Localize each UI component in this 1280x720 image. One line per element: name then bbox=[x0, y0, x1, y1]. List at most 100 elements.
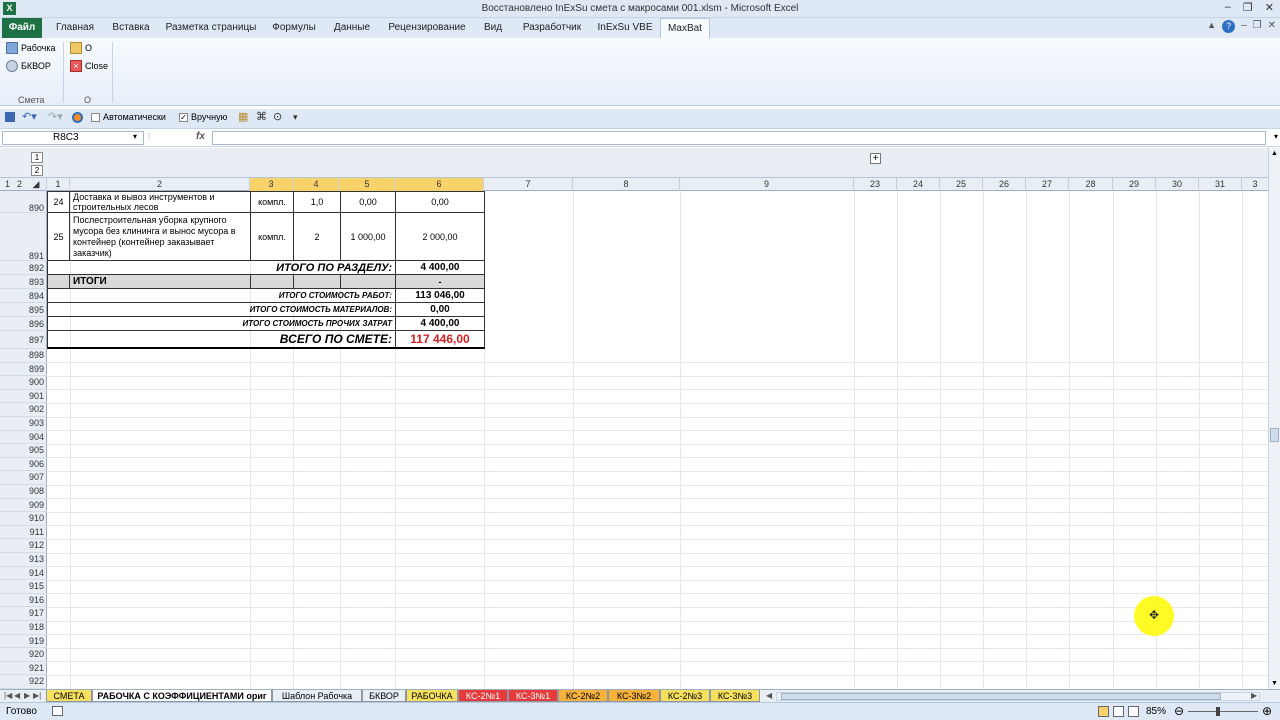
column-header[interactable]: 31 bbox=[1199, 178, 1242, 191]
row-header[interactable]: 904 bbox=[0, 431, 47, 445]
row-header[interactable]: 895 bbox=[0, 303, 47, 317]
section-total-value[interactable]: 4 400,00 bbox=[395, 260, 485, 275]
sheet-tab-ks3-1[interactable]: КС-3№1 bbox=[508, 690, 558, 702]
select-all-corner[interactable]: ◢ bbox=[26, 178, 47, 191]
scroll-up-icon[interactable]: ▲ bbox=[1271, 150, 1278, 157]
row-header[interactable]: 900 bbox=[0, 376, 47, 390]
totals-header-cell[interactable] bbox=[293, 274, 341, 289]
column-header[interactable]: 26 bbox=[983, 178, 1026, 191]
outline-level-1[interactable]: 1 bbox=[31, 152, 43, 163]
cell-qty[interactable]: 2 bbox=[293, 212, 341, 261]
tab-view[interactable]: Вид bbox=[478, 18, 508, 38]
tree-icon[interactable]: ⌘ bbox=[256, 110, 267, 123]
customize-qat-icon[interactable]: ▾ bbox=[293, 112, 298, 123]
row-header[interactable]: 891 bbox=[0, 213, 47, 261]
formula-bar-handle[interactable]: ⁞ bbox=[148, 132, 150, 141]
sheet-tab-bkvor[interactable]: БКВОР bbox=[362, 690, 406, 702]
tab-file[interactable]: Файл bbox=[2, 18, 42, 38]
column-header[interactable]: 27 bbox=[1026, 178, 1069, 191]
row-header[interactable]: 902 bbox=[0, 403, 47, 417]
save-icon[interactable] bbox=[5, 112, 15, 122]
cell-total[interactable]: 0,00 bbox=[395, 191, 485, 213]
last-sheet-icon[interactable]: ▶| bbox=[33, 691, 41, 700]
cell-price[interactable]: 1 000,00 bbox=[340, 212, 396, 261]
column-header[interactable]: 25 bbox=[940, 178, 983, 191]
cell-unit[interactable]: компл. bbox=[250, 212, 294, 261]
prev-sheet-icon[interactable]: ◀ bbox=[14, 691, 20, 700]
totals-header-cell[interactable] bbox=[340, 274, 396, 289]
row-header[interactable]: 909 bbox=[0, 499, 47, 513]
section-total-label[interactable]: ИТОГО ПО РАЗДЕЛУ: bbox=[47, 260, 396, 275]
vertical-scroll-thumb[interactable] bbox=[1270, 428, 1279, 442]
vertical-scrollbar[interactable]: ▲ ▼ bbox=[1268, 148, 1280, 689]
tab-data[interactable]: Данные bbox=[328, 18, 376, 38]
zoom-out-icon[interactable]: ⊖ bbox=[1174, 704, 1184, 718]
normal-view-icon[interactable] bbox=[1098, 706, 1109, 717]
row-header[interactable]: 914 bbox=[0, 567, 47, 581]
sheet-tab-ks2-1[interactable]: КС-2№1 bbox=[458, 690, 508, 702]
tab-formulas[interactable]: Формулы bbox=[268, 18, 320, 38]
cell-num[interactable]: 24 bbox=[47, 191, 70, 213]
tab-home[interactable]: Главная bbox=[50, 18, 100, 38]
column-header[interactable]: 5 bbox=[340, 178, 395, 191]
cell-num[interactable]: 25 bbox=[47, 212, 70, 261]
first-sheet-icon[interactable]: |◀ bbox=[4, 691, 12, 700]
cell-qty[interactable]: 1,0 bbox=[293, 191, 341, 213]
rabochka-button[interactable]: Рабочка bbox=[6, 42, 56, 54]
row-header[interactable]: 922 bbox=[0, 675, 47, 689]
row-header[interactable]: 903 bbox=[0, 417, 47, 431]
row-header[interactable]: 918 bbox=[0, 621, 47, 635]
tab-review[interactable]: Рецензирование bbox=[384, 18, 470, 38]
materials-total-value[interactable]: 0,00 bbox=[395, 302, 485, 317]
column-header[interactable]: 2 bbox=[70, 178, 250, 191]
cell-price[interactable]: 0,00 bbox=[340, 191, 396, 213]
sheet-tab-ks3-3[interactable]: КС-3№3 bbox=[710, 690, 760, 702]
expand-formula-icon[interactable]: ▾ bbox=[1274, 132, 1278, 141]
row-level-1[interactable]: 1 bbox=[2, 178, 13, 191]
inspect-icon[interactable]: ⊙ bbox=[273, 110, 282, 123]
column-header[interactable]: 3 bbox=[1242, 178, 1268, 191]
hscroll-left-icon[interactable]: ◀ bbox=[766, 691, 772, 700]
column-header[interactable]: 9 bbox=[680, 178, 854, 191]
o-button[interactable]: O bbox=[70, 42, 92, 54]
other-costs-label[interactable]: ИТОГО СТОИМОСТЬ ПРОЧИХ ЗАТРАТ bbox=[47, 316, 396, 331]
row-header[interactable]: 917 bbox=[0, 607, 47, 621]
grand-total-value[interactable]: 117 446,00 bbox=[395, 330, 485, 349]
wb-minimize-icon[interactable]: – bbox=[1241, 20, 1247, 33]
scroll-down-icon[interactable]: ▼ bbox=[1271, 680, 1278, 687]
grand-total-label[interactable]: ВСЕГО ПО СМЕТЕ: bbox=[47, 330, 396, 349]
horizontal-scrollbar[interactable] bbox=[776, 692, 1260, 701]
auto-calc-toggle[interactable]: Автоматически bbox=[91, 112, 166, 122]
row-level-2[interactable]: 2 bbox=[14, 178, 25, 191]
column-header[interactable]: 3 bbox=[250, 178, 293, 191]
calculator-icon[interactable]: ▦ bbox=[238, 110, 248, 123]
expand-group-button[interactable]: + bbox=[870, 153, 881, 164]
refresh-icon[interactable] bbox=[72, 112, 83, 123]
sheet-tab-ks2-3[interactable]: КС-2№3 bbox=[660, 690, 710, 702]
worksheet-grid[interactable]: 24 Доставка и вывоз инструментов и строи… bbox=[47, 191, 1268, 689]
formula-input[interactable] bbox=[212, 131, 1266, 145]
column-header[interactable]: 23 bbox=[854, 178, 897, 191]
row-header[interactable]: 899 bbox=[0, 363, 47, 377]
cell-unit[interactable]: компл. bbox=[250, 191, 294, 213]
sheet-tab-ks3-2[interactable]: КС-3№2 bbox=[608, 690, 660, 702]
redo-icon[interactable]: ↷▾ bbox=[48, 110, 63, 123]
auto-checkbox[interactable] bbox=[91, 112, 100, 122]
bkvor-button[interactable]: БКВОР bbox=[6, 60, 51, 72]
other-costs-value[interactable]: 4 400,00 bbox=[395, 316, 485, 331]
cell-name[interactable]: Доставка и вывоз инструментов и строител… bbox=[69, 191, 251, 213]
horizontal-scroll-thumb[interactable] bbox=[781, 693, 1221, 700]
tab-developer[interactable]: Разработчик bbox=[516, 18, 588, 38]
zoom-in-icon[interactable]: ⊕ bbox=[1262, 704, 1272, 718]
tab-maxbat[interactable]: MaxBat bbox=[660, 18, 710, 39]
tab-insert[interactable]: Вставка bbox=[108, 18, 154, 38]
works-total-value[interactable]: 113 046,00 bbox=[395, 288, 485, 303]
zoom-level[interactable]: 85% bbox=[1146, 706, 1166, 717]
totals-header-cell[interactable] bbox=[250, 274, 294, 289]
row-header[interactable]: 893 bbox=[0, 275, 47, 289]
close-button[interactable]: × Close bbox=[70, 60, 108, 72]
row-header[interactable]: 906 bbox=[0, 458, 47, 472]
row-header[interactable]: 908 bbox=[0, 485, 47, 499]
row-header[interactable]: 915 bbox=[0, 580, 47, 594]
sheet-tab-rabochka-koef[interactable]: РАБОЧКА С КОЭФФИЦИЕНТАМИ ориг bbox=[92, 690, 272, 702]
